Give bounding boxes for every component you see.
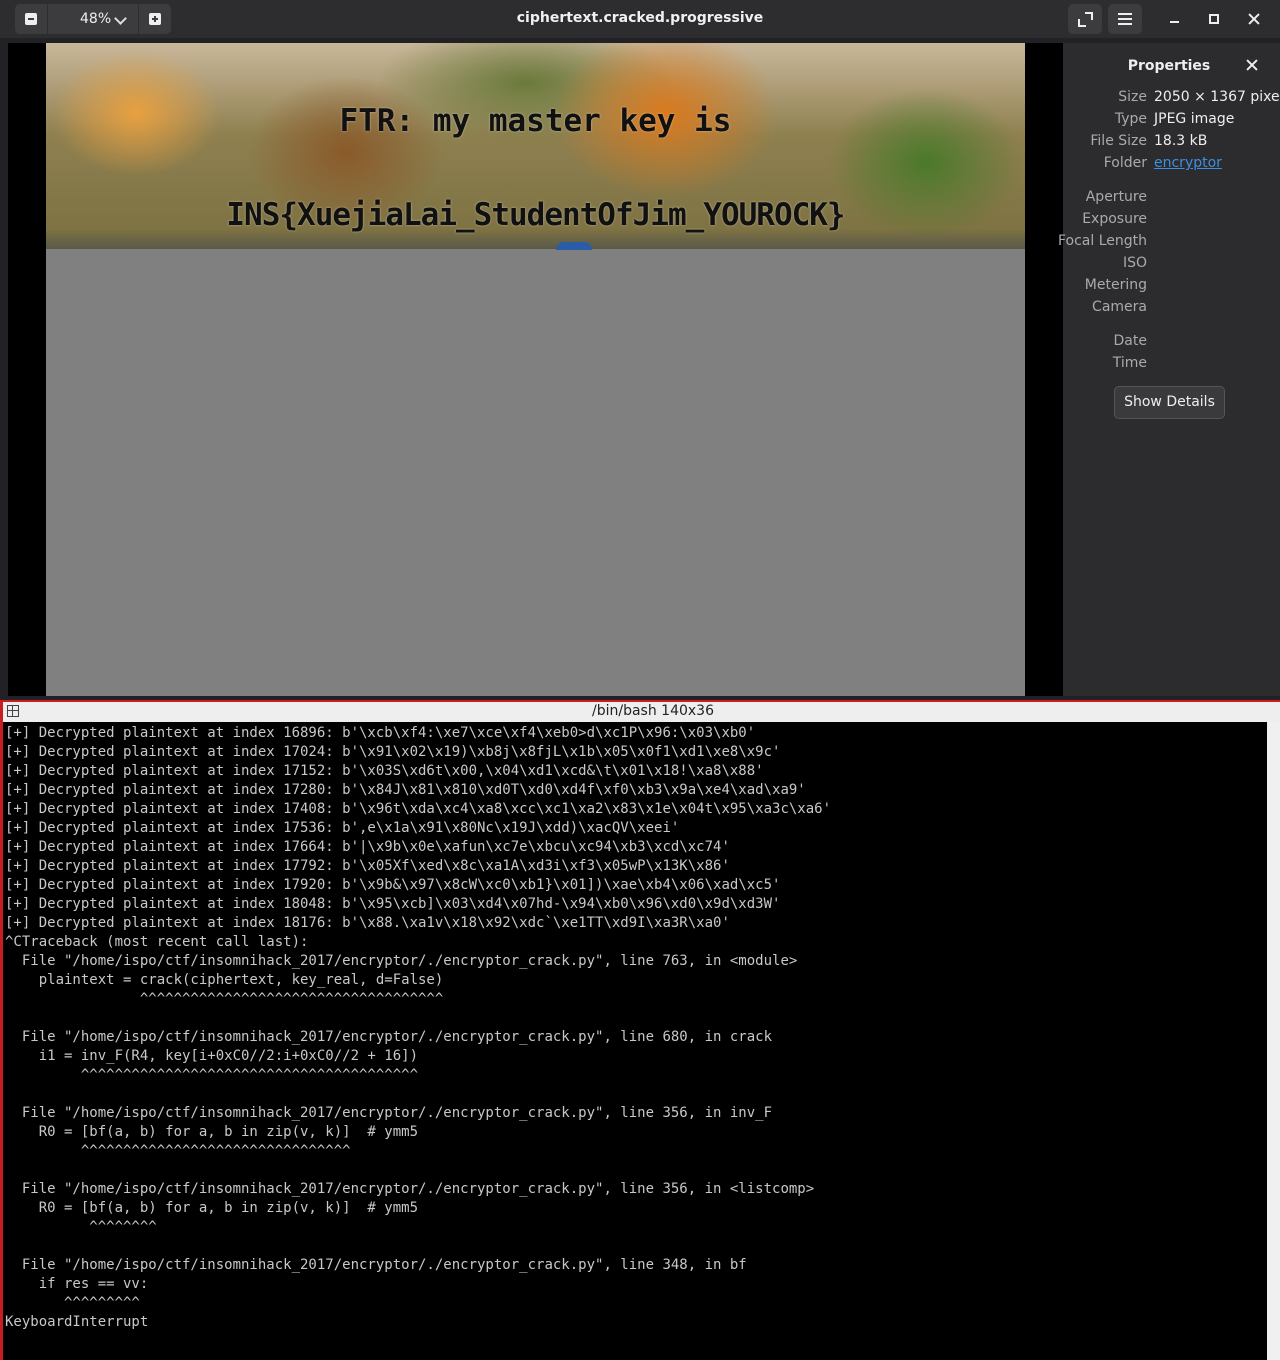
image-text-line-1: FTR: my master key is [339,103,732,139]
property-label: ISO [1122,255,1147,271]
property-row-aperture: Aperture [1063,189,1280,209]
displayed-image: FTR: my master key is INS{XuejiaLai_Stud… [46,43,1025,696]
property-label: Camera [1092,299,1147,315]
terminal-line: ^^^^^^^^^^^^^^^^^^^^^^^^^^^^^^^^^^^^^^^^ [5,1067,419,1083]
terminal-line: plaintext = crack(ciphertext, key_real, … [5,972,444,988]
property-row-size: Size 2050 × 1367 pixels [1063,89,1280,109]
terminal-line: File "/home/ispo/ctf/insomnihack_2017/en… [5,1105,773,1121]
terminal-line: File "/home/ispo/ctf/insomnihack_2017/en… [5,953,798,969]
plus-icon [149,13,161,25]
property-row-time: Time [1063,355,1280,375]
terminal-line: R0 = [bf(a, b) for a, b in zip(v, k)] # … [5,1124,419,1140]
terminal-lines: [+] Decrypted plaintext at index 16896: … [5,724,1265,1360]
terminal-line: [+] Decrypted plaintext at index 17792: … [5,858,730,874]
folder-link[interactable]: encryptor [1154,155,1222,171]
property-row-file-size: File Size 18.3 kB [1063,133,1280,153]
property-value: JPEG image [1154,111,1235,127]
maximize-button[interactable] [1204,9,1224,29]
image-canvas[interactable]: FTR: my master key is INS{XuejiaLai_Stud… [8,43,1063,696]
main-menu-button[interactable] [1108,4,1142,34]
terminal-line: ^^^^^^^^^ [5,1295,140,1311]
terminal-line: [+] Decrypted plaintext at index 17536: … [5,820,680,836]
minimize-icon [1169,21,1179,23]
property-label: Focal Length [1057,233,1147,249]
property-label: Metering [1084,277,1147,293]
header-bar: 48% ciphertext.cracked.progressive [0,0,1280,38]
terminal-line: [+] Decrypted plaintext at index 16896: … [5,725,756,741]
close-window-button[interactable] [1244,9,1264,29]
property-row-iso: ISO [1063,255,1280,275]
minimize-button[interactable] [1164,9,1184,29]
close-icon [1248,13,1260,25]
terminal-line: [+] Decrypted plaintext at index 18176: … [5,915,730,931]
terminal-line: ^^^^^^^^^^^^^^^^^^^^^^^^^^^^^^^^^^^^ [5,991,444,1007]
terminal-line: [+] Decrypted plaintext at index 17280: … [5,782,806,798]
close-properties-icon[interactable] [1245,58,1259,72]
property-row-metering: Metering [1063,277,1280,297]
terminal-line: [+] Decrypted plaintext at index 18048: … [5,896,781,912]
terminal-line: R0 = [bf(a, b) for a, b in zip(v, k)] # … [5,1200,419,1216]
image-text-line-2: INS{XuejiaLai_StudentOfJim_YOUROCK} [226,197,845,233]
zoom-in-button[interactable] [139,4,171,34]
zoom-level-dropdown[interactable]: 48% [48,4,138,34]
zoom-level-label: 48% [80,11,112,27]
property-row-date: Date [1063,333,1280,353]
terminal-title: /bin/bash 140x36 [592,703,714,719]
terminal-scrollbar[interactable] [1267,722,1280,1360]
terminal-line: [+] Decrypted plaintext at index 17024: … [5,744,781,760]
image-viewer-window: 48% ciphertext.cracked.progressive FTR: … [0,0,1280,700]
fullscreen-icon [1078,12,1093,27]
terminal-title-bar: /bin/bash 140x36 [3,702,1280,722]
property-row-camera: Camera [1063,299,1280,319]
terminal-line: [+] Decrypted plaintext at index 17920: … [5,877,781,893]
terminal-window: /bin/bash 140x36 [+] Decrypted plaintext… [3,702,1280,1360]
property-value: 2050 × 1367 pixels [1154,89,1280,105]
property-label: File Size [1090,133,1147,149]
property-row-focal-length: Focal Length [1058,233,1280,253]
terminal-line: File "/home/ispo/ctf/insomnihack_2017/en… [5,1181,815,1197]
property-row-type: Type JPEG image [1063,111,1280,131]
terminal-line: ^^^^^^^^^^^^^^^^^^^^^^^^^^^^^^^^ [5,1143,351,1159]
terminal-line: [+] Decrypted plaintext at index 17664: … [5,839,730,855]
terminal-line: File "/home/ispo/ctf/insomnihack_2017/en… [5,1257,747,1273]
terminal-line: ^^^^^^^^ [5,1219,157,1235]
maximize-icon [1209,14,1219,24]
property-label: Size [1118,89,1147,105]
property-value: 18.3 kB [1154,133,1208,149]
property-label: Exposure [1082,211,1147,227]
terminal-line: ^CTraceback (most recent call last): [5,934,309,950]
minus-icon [25,13,37,25]
terminal-line: i1 = inv_F(R4, key[i+0xC0//2:i+0xC0//2 +… [5,1048,419,1064]
fullscreen-button[interactable] [1068,4,1102,34]
property-label: Aperture [1085,189,1147,205]
terminal-output[interactable]: [+] Decrypted plaintext at index 16896: … [5,724,1265,1360]
properties-title: Properties [1127,58,1211,74]
property-row-exposure: Exposure [1063,211,1280,231]
terminal-line: KeyboardInterrupt [5,1314,149,1330]
terminal-line: File "/home/ispo/ctf/insomnihack_2017/en… [5,1029,773,1045]
chevron-down-icon [114,12,127,25]
terminal-line: if res == vv: [5,1276,149,1292]
zoom-out-button[interactable] [15,4,47,34]
properties-panel: Properties Size 2050 × 1367 pixels Type … [1058,43,1280,696]
show-details-button[interactable]: Show Details [1114,386,1225,419]
property-label: Date [1113,333,1147,349]
property-row-folder: Folder encryptor [1063,155,1280,175]
image-artifact [556,242,592,250]
terminal-line: [+] Decrypted plaintext at index 17408: … [5,801,832,817]
property-label: Folder [1103,155,1147,171]
property-label: Time [1112,355,1147,371]
property-label: Type [1114,111,1147,127]
window-title: ciphertext.cracked.progressive [516,10,764,26]
terminal-line: [+] Decrypted plaintext at index 17152: … [5,763,764,779]
hamburger-menu-icon [1118,18,1132,20]
